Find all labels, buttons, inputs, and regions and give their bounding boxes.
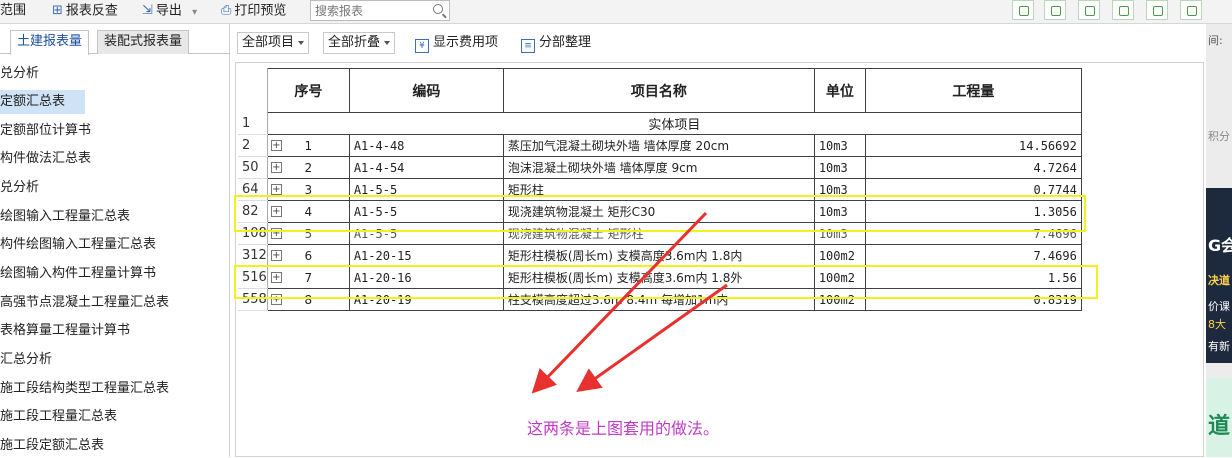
banner-title: G会 bbox=[1208, 236, 1232, 255]
banner-line-4: 有新 bbox=[1208, 340, 1230, 353]
adjacent-window-strip: 间: 积分 G会 决道 价课 8大 有新 道 bbox=[1206, 24, 1232, 457]
ad-banner[interactable]: G会 决道 价课 8大 有新 bbox=[1206, 188, 1232, 363]
annotation-text: 这两条是上图套用的做法。 bbox=[527, 419, 720, 438]
arrow-2 bbox=[576, 283, 728, 392]
banner-line-2: 价课 bbox=[1208, 300, 1230, 313]
green-panel[interactable]: 道 bbox=[1206, 378, 1232, 457]
green-label: 道 bbox=[1208, 414, 1231, 439]
points-label: 积分 bbox=[1208, 130, 1230, 143]
banner-line-1: 决道 bbox=[1208, 274, 1230, 287]
time-label: 间: bbox=[1208, 34, 1223, 47]
banner-line-3: 8大 bbox=[1208, 318, 1226, 331]
annotation-arrows bbox=[531, 211, 728, 394]
